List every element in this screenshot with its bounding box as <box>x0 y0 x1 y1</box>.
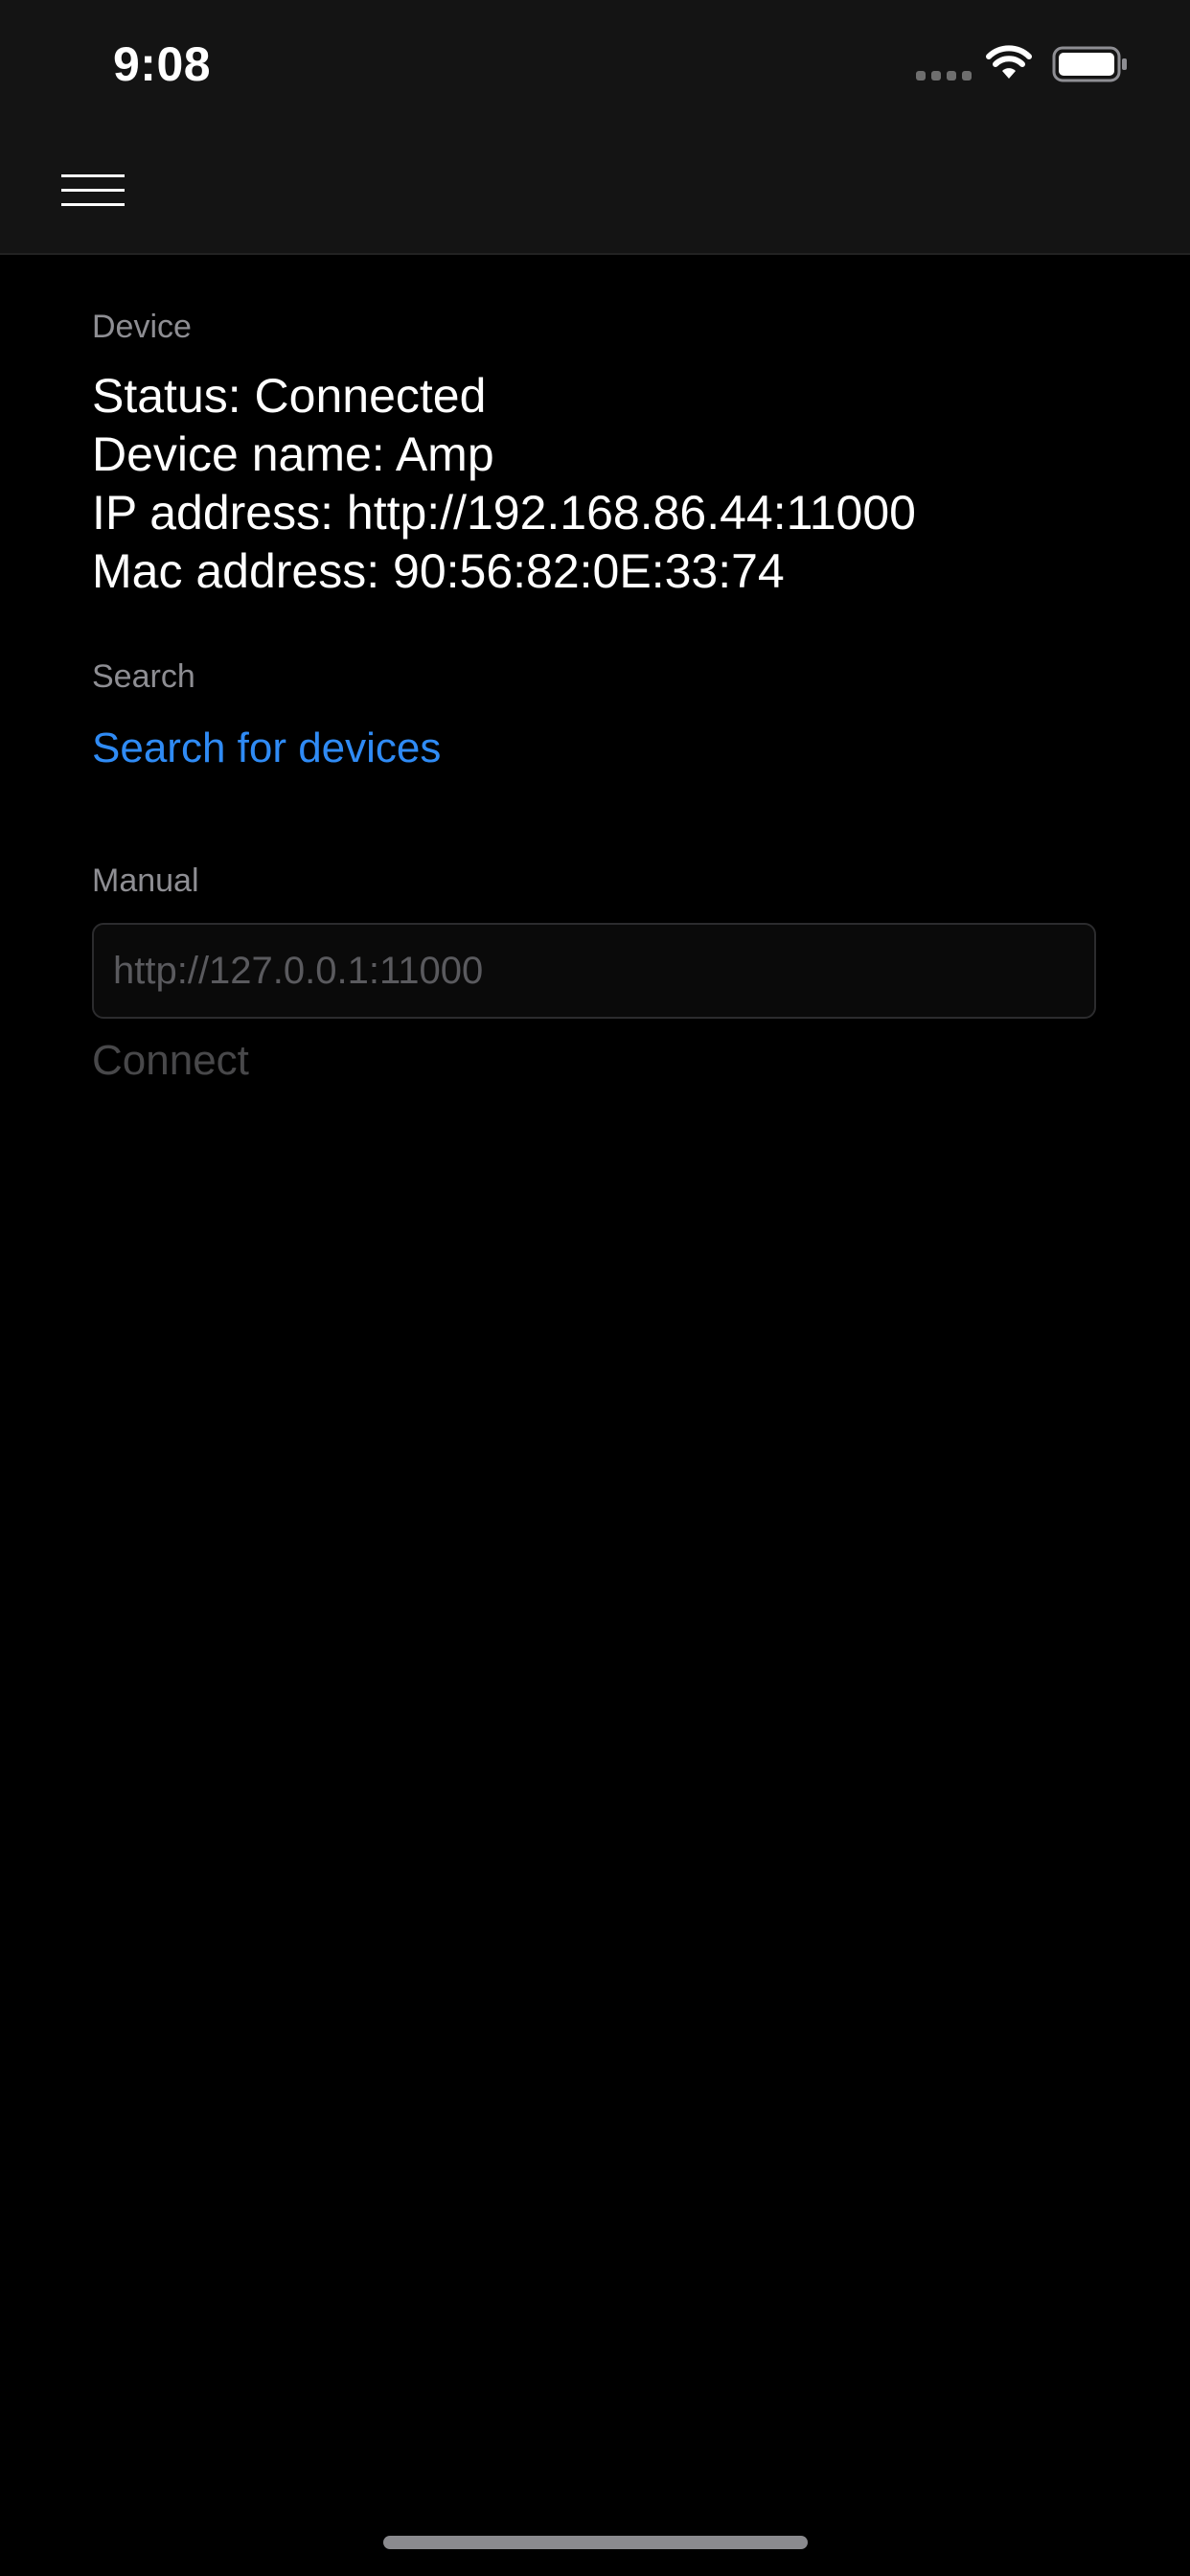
device-mac-address: Mac address: 90:56:82:0E:33:74 <box>92 544 785 598</box>
status-time: 9:08 <box>113 37 212 91</box>
device-ip-address: IP address: http://192.168.86.44:11000 <box>92 486 916 540</box>
wifi-icon <box>985 44 1033 82</box>
search-section-label: Search <box>92 658 195 695</box>
connect-button[interactable]: Connect <box>92 1037 249 1085</box>
search-for-devices-button[interactable]: Search for devices <box>92 724 441 772</box>
cellular-signal-icon <box>916 71 972 80</box>
device-status: Status: Connected <box>92 369 487 423</box>
hamburger-menu-icon[interactable] <box>61 172 125 211</box>
device-section-label: Device <box>92 309 192 345</box>
battery-icon <box>1052 46 1129 82</box>
home-indicator <box>383 2536 808 2549</box>
manual-section-label: Manual <box>92 862 199 899</box>
manual-address-input[interactable] <box>92 923 1096 1019</box>
top-bar: 9:08 <box>0 0 1190 255</box>
device-name: Device name: Amp <box>92 427 494 481</box>
